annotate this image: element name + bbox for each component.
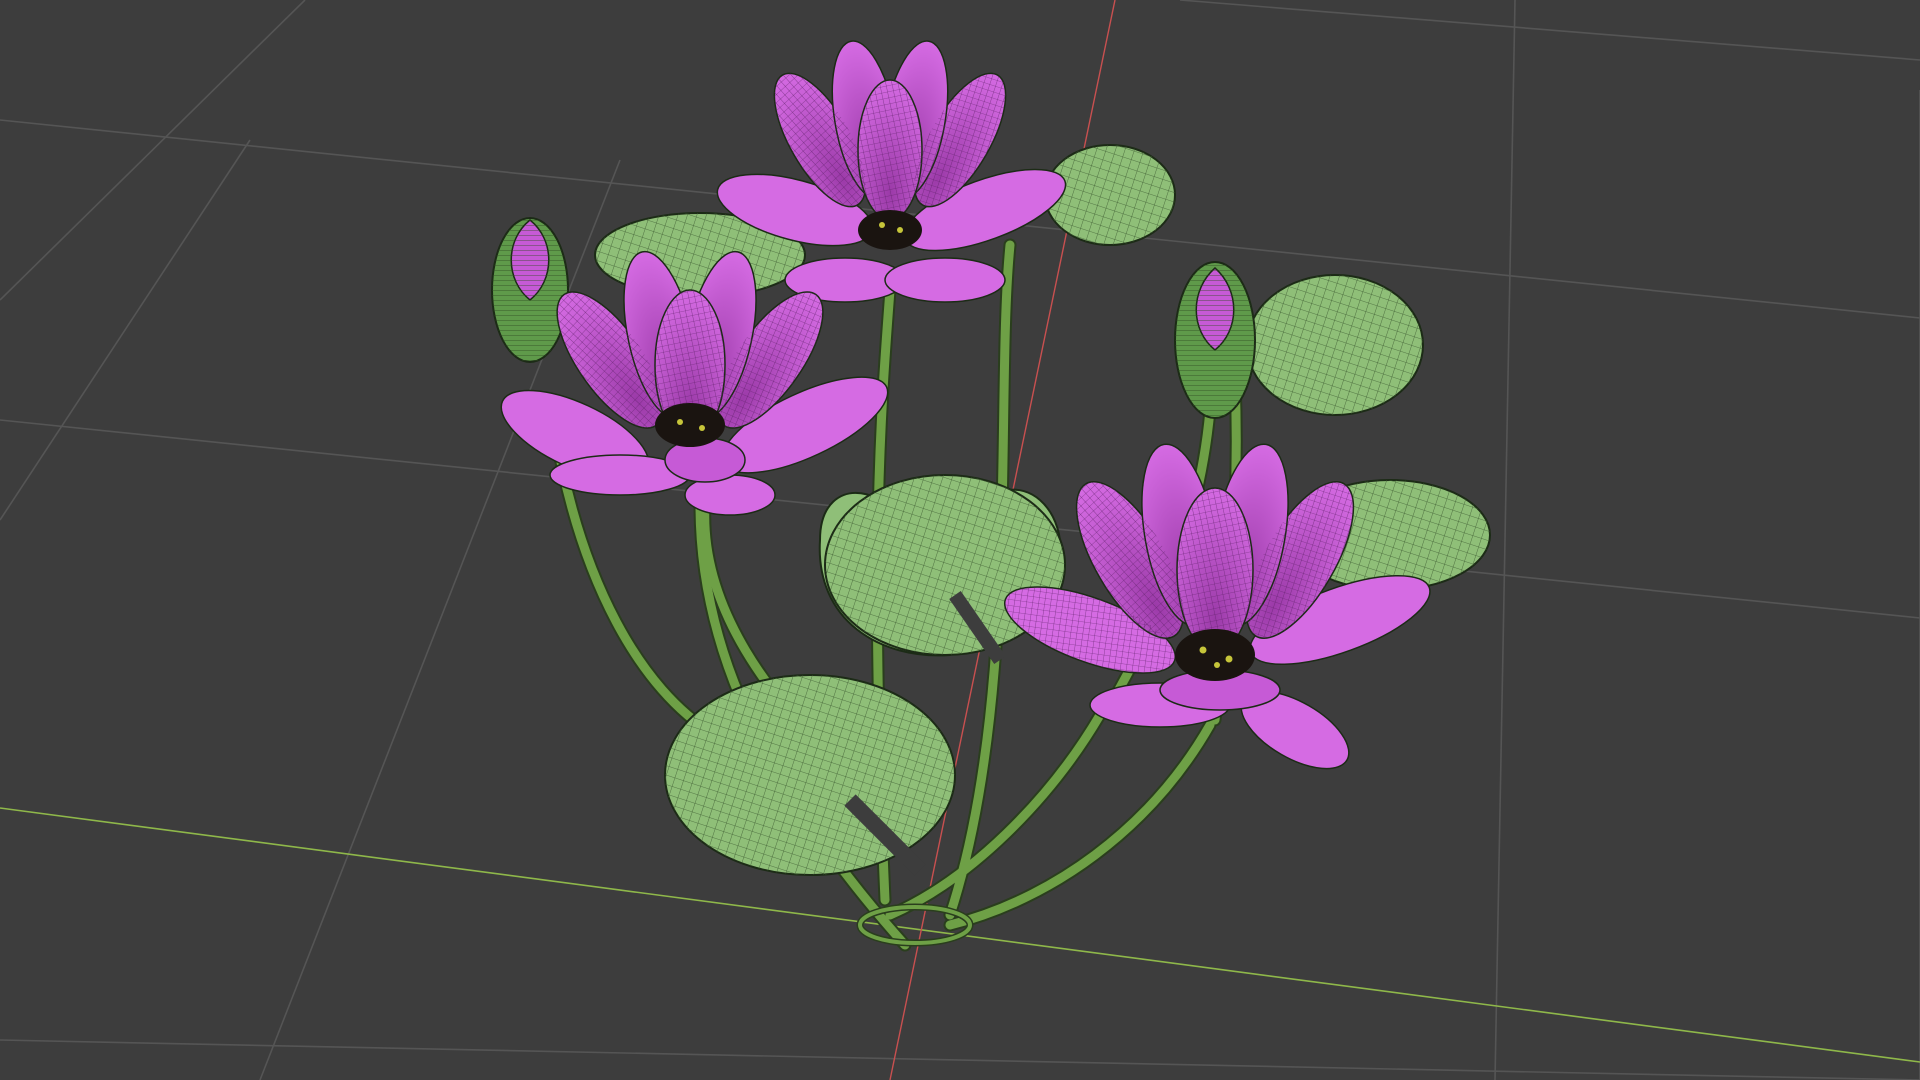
grid-line [0,139,251,521]
lily-pad[interactable] [664,674,956,876]
lily-pad[interactable] [1246,274,1424,416]
grid-line [0,0,306,301]
grid-line [1179,0,1920,61]
3d-viewport[interactable] [0,0,1920,1080]
viewport-canvas[interactable] [0,0,1920,1080]
lily-pad[interactable] [1044,144,1176,246]
flower-center [655,403,725,447]
grid-line [1494,0,1516,1080]
water-lily-model[interactable] [489,36,1491,952]
grid-line [0,1039,1920,1080]
flower-bud[interactable] [491,217,569,363]
flower-center [1175,629,1255,681]
flower-bud[interactable] [1174,261,1256,419]
flower-center [858,210,922,250]
